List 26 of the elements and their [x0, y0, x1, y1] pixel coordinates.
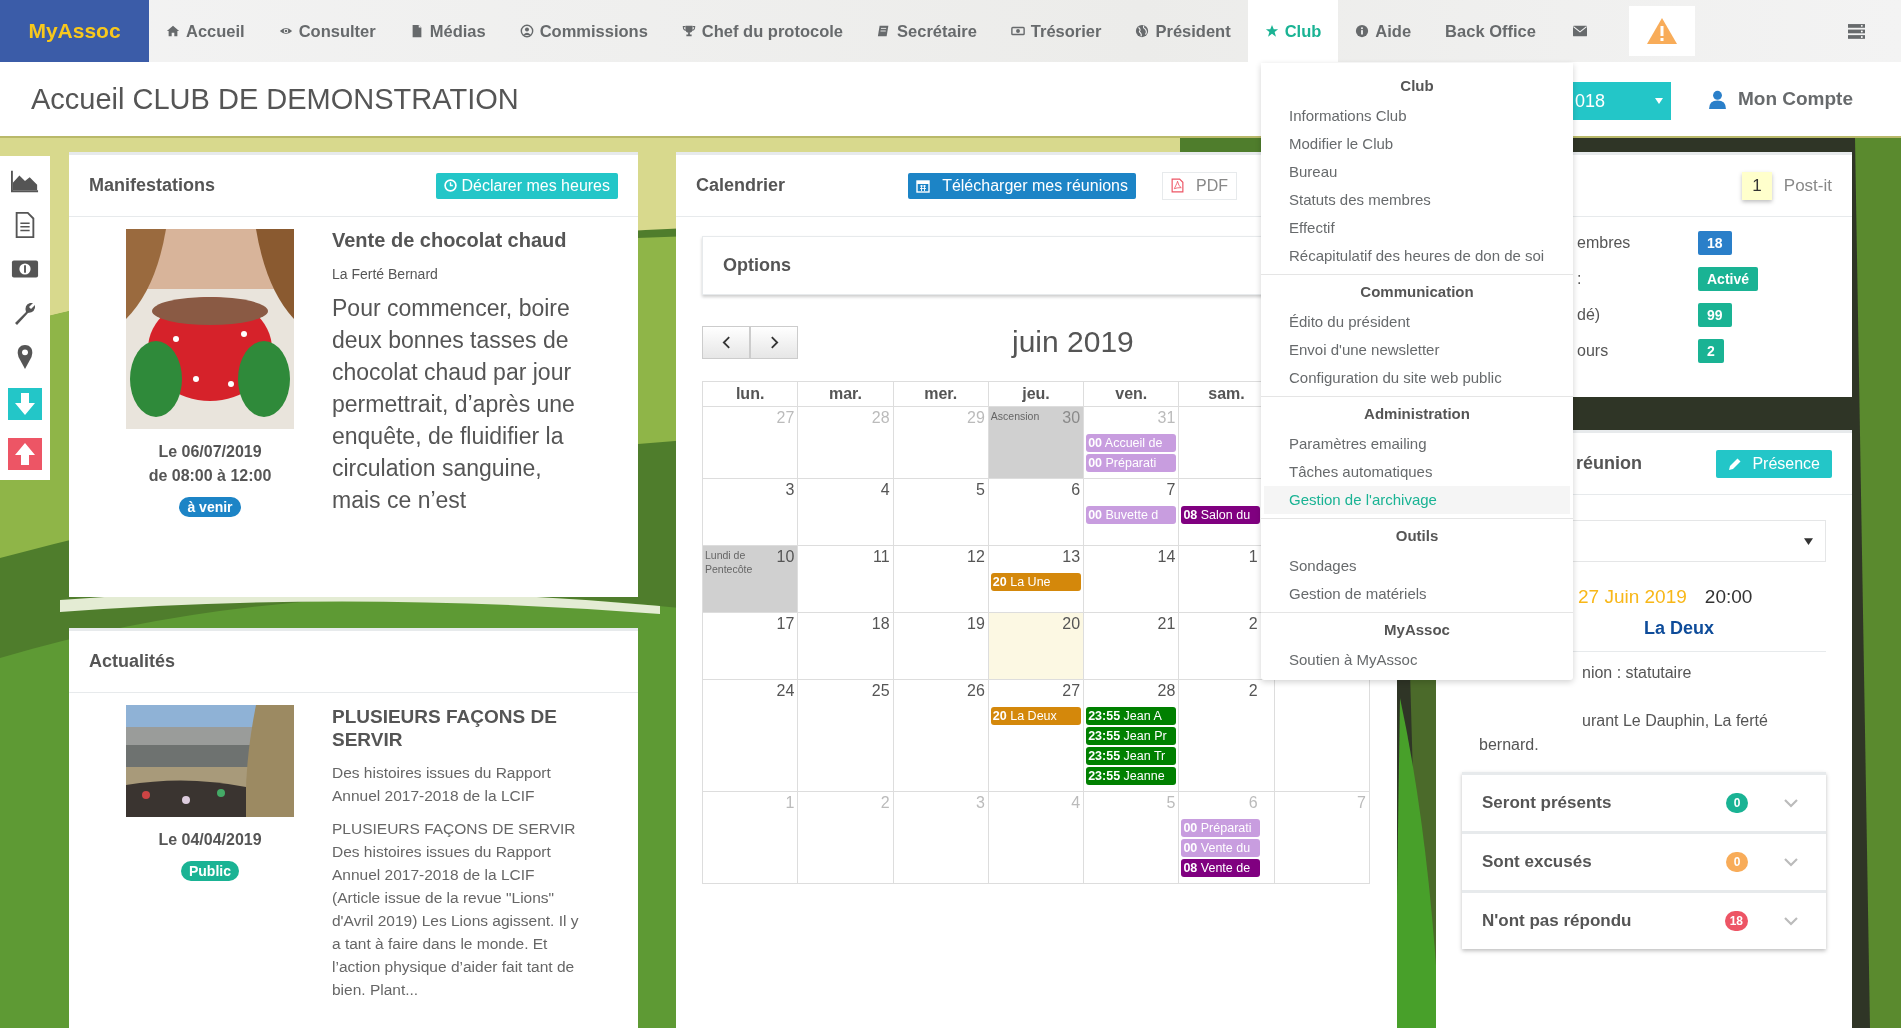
nav-tab[interactable]: Trésorier	[993, 0, 1119, 62]
user-icon	[1708, 89, 1726, 109]
star-icon	[1264, 24, 1279, 38]
nav-tab[interactable]: Accueil	[149, 0, 262, 62]
nav-tab[interactable]: Président	[1118, 0, 1248, 62]
banknote-icon	[1010, 24, 1025, 38]
nav-tab[interactable]: Consulter	[261, 0, 393, 62]
nav-tab[interactable]: Secrétaire	[860, 0, 994, 62]
info-icon	[1355, 24, 1370, 38]
menu-icon	[1848, 23, 1865, 39]
page-title: Accueil CLUB DE DEMONSTRATION	[31, 82, 519, 116]
nav-tab[interactable]: Médias	[392, 0, 503, 62]
warning-icon	[1645, 17, 1678, 45]
globe-icon	[1135, 24, 1150, 38]
nav-tab[interactable]: Chef du protocole	[664, 0, 861, 62]
home-icon	[166, 24, 180, 38]
nav-tab[interactable]: Commissions	[502, 0, 665, 62]
caret-icon	[1654, 98, 1663, 104]
app-logo[interactable]: MyAssoc	[0, 0, 149, 62]
trophy-icon	[681, 24, 696, 38]
nav-tab[interactable]: Back Office	[1428, 0, 1553, 62]
user-circle-icon	[519, 24, 534, 38]
account-link[interactable]: Mon Compte	[1702, 87, 1859, 111]
envelope-icon	[1572, 24, 1587, 38]
nav-tab[interactable]: Aide	[1338, 0, 1429, 62]
menu-heading: Club	[1399, 76, 1435, 96]
